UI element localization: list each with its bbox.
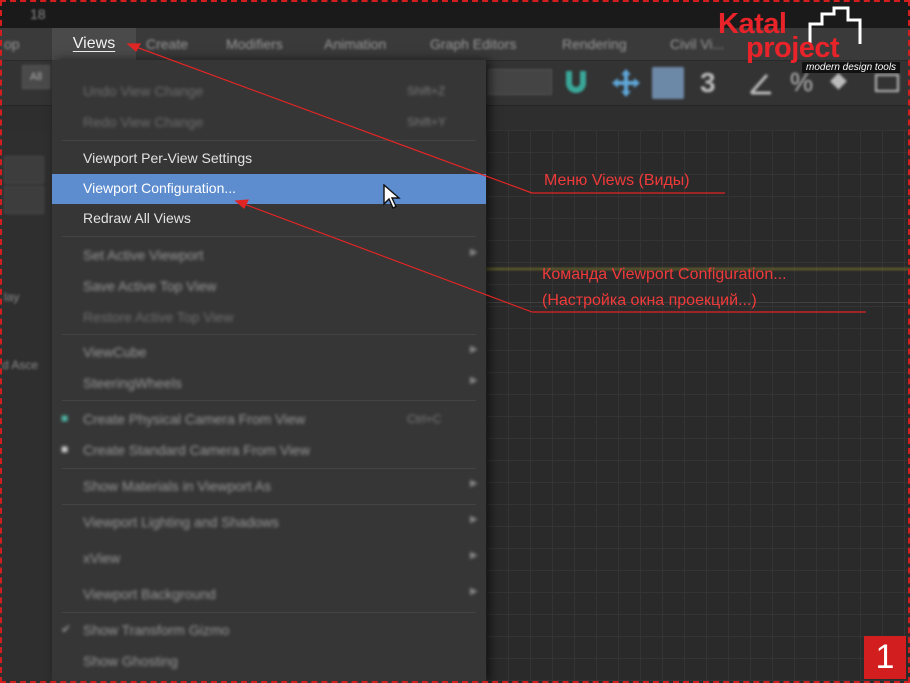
menu-item-create-standard-camera[interactable]: ■ Create Standard Camera From View <box>52 436 486 466</box>
submenu-arrow-icon: ▶ <box>470 478 478 489</box>
panel-label-ascending: d Asce <box>2 358 39 372</box>
all-filter-button[interactable]: All <box>22 65 50 89</box>
menu-item-animation[interactable]: Animation <box>324 36 386 52</box>
menu-item-show-materials-in-viewport[interactable]: Show Materials in Viewport As ▶ <box>52 472 486 502</box>
menu-item-restore-active-top-view[interactable]: Restore Active Top View <box>52 303 486 333</box>
move-icon[interactable] <box>610 67 642 99</box>
select-region-icon[interactable] <box>652 67 684 99</box>
annotation-views-menu: Меню Views (Виды) <box>544 172 690 189</box>
step-number-badge: 1 <box>864 636 906 679</box>
panel-button[interactable] <box>4 156 44 184</box>
menu-item-rendering[interactable]: Rendering <box>562 36 627 52</box>
menu-separator <box>62 334 476 335</box>
left-panel: lay d Asce <box>0 130 53 683</box>
menu-item-modifiers[interactable]: Modifiers <box>226 36 283 52</box>
menu-item-set-active-viewport[interactable]: Set Active Viewport ▶ <box>52 241 486 271</box>
mouse-cursor-icon <box>383 184 401 209</box>
submenu-arrow-icon: ▶ <box>470 344 478 355</box>
menu-item-save-active-top-view[interactable]: Save Active Top View <box>52 272 486 302</box>
camera-icon: ■ <box>61 411 69 425</box>
logo-tagline: modern design tools <box>802 62 901 73</box>
annotation-command-line1: Команда Viewport Configuration... <box>542 266 787 283</box>
menu-separator <box>62 468 476 469</box>
title-text: 18 <box>30 6 46 22</box>
submenu-arrow-icon: ▶ <box>470 550 478 561</box>
logo-word-project: project <box>746 32 840 64</box>
menu-item-create[interactable]: Create <box>146 36 188 52</box>
menu-item-show-transform-gizmo[interactable]: ✔ Show Transform Gizmo <box>52 616 486 646</box>
menu-item-xview[interactable]: xView ▶ <box>52 544 486 574</box>
menu-separator <box>62 140 476 141</box>
panel-button[interactable] <box>4 186 44 214</box>
submenu-arrow-icon: ▶ <box>470 514 478 525</box>
submenu-arrow-icon: ▶ <box>470 375 478 386</box>
selection-combo[interactable] <box>488 69 552 95</box>
menu-item-op[interactable]: op <box>4 36 20 52</box>
viewport-grid[interactable] <box>486 130 910 683</box>
submenu-arrow-icon: ▶ <box>470 586 478 597</box>
menu-item-graph-editors[interactable]: Graph Editors <box>430 36 516 52</box>
menu-item-viewport-per-view-settings[interactable]: Viewport Per-View Settings <box>52 144 486 174</box>
submenu-arrow-icon: ▶ <box>470 247 478 258</box>
menu-item-undo-view-change[interactable]: Undo View Change Shift+Z <box>52 77 486 107</box>
annotation-command-line2: (Настройка окна проекций...) <box>542 292 757 309</box>
menu-item-viewport-configuration[interactable]: Viewport Configuration... <box>52 174 486 204</box>
menu-item-create-physical-camera[interactable]: ■ Create Physical Camera From View Ctrl+… <box>52 405 486 435</box>
menu-item-show-ghosting[interactable]: Show Ghosting <box>52 647 486 677</box>
menu-item-redo-view-change[interactable]: Redo View Change Shift+Y <box>52 108 486 138</box>
menu-item-views[interactable]: Views <box>52 28 136 60</box>
menu-item-viewcube[interactable]: ViewCube ▶ <box>52 338 486 368</box>
views-dropdown-menu: Undo View Change Shift+Z Redo View Chang… <box>52 60 486 683</box>
magnet-snap-icon[interactable] <box>560 67 592 99</box>
menu-item-redraw-all-views[interactable]: Redraw All Views <box>52 204 486 234</box>
menu-item-viewport-lighting-shadows[interactable]: Viewport Lighting and Shadows ▶ <box>52 508 486 538</box>
camera-icon: ■ <box>61 442 69 456</box>
all-filter-label: All <box>29 71 43 83</box>
menu-separator <box>62 504 476 505</box>
panel-label-layer: lay <box>4 290 20 304</box>
menu-item-viewport-background[interactable]: Viewport Background ▶ <box>52 580 486 610</box>
menu-separator <box>62 400 476 401</box>
checkmark-icon: ✔ <box>61 622 72 636</box>
katal-project-logo: Katal project modern design tools <box>712 6 908 76</box>
menu-item-steeringwheels[interactable]: SteeringWheels ▶ <box>52 369 486 399</box>
menu-separator <box>62 236 476 237</box>
menu-separator <box>62 612 476 613</box>
